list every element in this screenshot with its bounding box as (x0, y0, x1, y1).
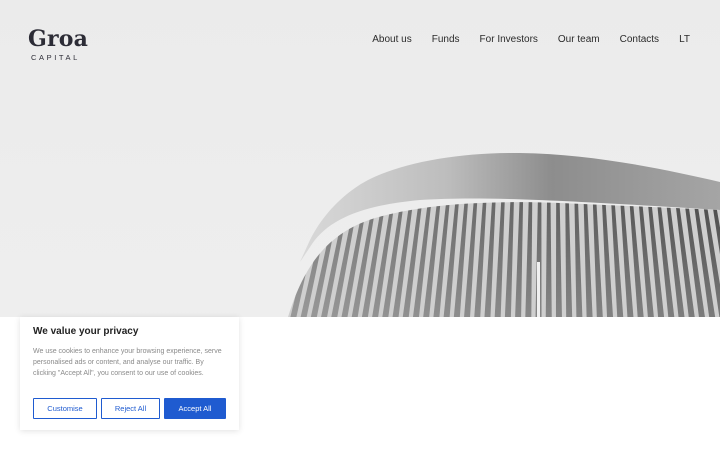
nav-about-us[interactable]: About us (372, 34, 411, 45)
cookie-consent-banner: We value your privacy We use cookies to … (20, 317, 239, 430)
building-photo (288, 152, 720, 317)
cookie-title: We value your privacy (33, 326, 139, 337)
cookie-description: We use cookies to enhance your browsing … (33, 348, 222, 377)
reject-all-button[interactable]: Reject All (101, 398, 160, 419)
hero-section (0, 0, 720, 317)
nav-contacts[interactable]: Contacts (620, 34, 659, 45)
nav-our-team[interactable]: Our team (558, 34, 600, 45)
customise-button[interactable]: Customise (33, 398, 97, 419)
logo-tagline: CAPITAL (31, 53, 80, 62)
logo-wordmark: Groa (28, 26, 89, 52)
logo[interactable]: Groa CAPITAL (28, 28, 88, 62)
accept-all-button[interactable]: Accept All (164, 398, 226, 419)
nav-funds[interactable]: Funds (432, 34, 460, 45)
cookie-button-row: Customise Reject All Accept All (33, 398, 226, 419)
nav-for-investors[interactable]: For Investors (480, 34, 538, 45)
main-nav: About us Funds For Investors Our team Co… (352, 34, 690, 45)
nav-language-switch[interactable]: LT (679, 34, 690, 45)
